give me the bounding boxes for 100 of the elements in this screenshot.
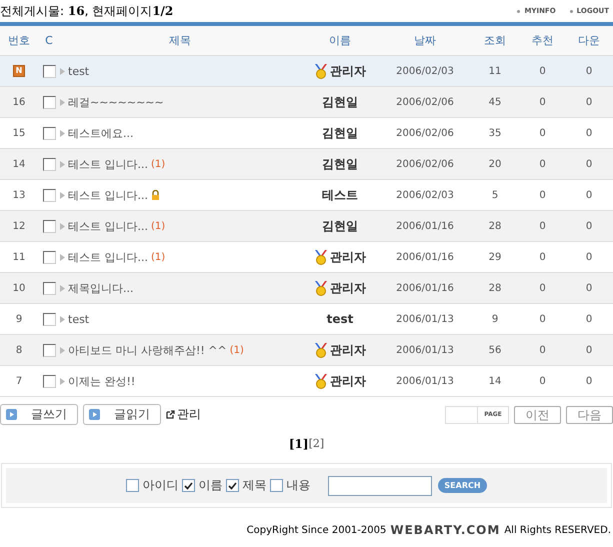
- post-number: 15: [12, 128, 26, 138]
- comment-count: (1): [151, 220, 166, 232]
- download-count: 0: [584, 314, 594, 324]
- search-checkbox[interactable]: [270, 479, 284, 492]
- post-title[interactable]: 테스트에요...: [68, 126, 134, 140]
- notice-badge: N: [13, 65, 25, 77]
- download-count: 0: [584, 252, 594, 262]
- option-label: 아이디: [142, 477, 178, 494]
- post-title[interactable]: 테스트 입니다...: [68, 188, 148, 202]
- post-number: 13: [12, 190, 26, 200]
- row-checkbox[interactable]: [42, 250, 56, 264]
- download-count: 0: [584, 220, 594, 232]
- bullet-icon: [60, 130, 65, 136]
- search-field[interactable]: [328, 476, 432, 496]
- view-count: 56: [488, 344, 502, 356]
- author-name: 관리자: [330, 372, 366, 390]
- column-header: 추천: [530, 33, 554, 48]
- post-title[interactable]: 테스트 입니다...: [68, 250, 148, 264]
- recommend-count: 0: [538, 344, 547, 356]
- bullet-icon: [60, 160, 65, 168]
- row-checkbox[interactable]: [42, 96, 56, 108]
- search-checkbox[interactable]: [226, 479, 240, 492]
- search-checkbox[interactable]: [182, 479, 196, 492]
- post-title[interactable]: 테스트 입니다...: [68, 218, 148, 234]
- recommend-count: 0: [538, 66, 547, 76]
- download-count: 0: [584, 158, 594, 170]
- author-name: 김현일: [322, 94, 358, 110]
- post-number: 14: [12, 158, 26, 170]
- download-count: 0: [584, 376, 594, 386]
- recommend-count: 0: [538, 282, 547, 294]
- view-count: 35: [488, 128, 502, 138]
- brand-name: WEBARTY.COM: [390, 523, 500, 537]
- action-button[interactable]: 글읽기: [83, 404, 161, 425]
- comment-count: (1): [151, 252, 166, 262]
- option-label: 제목: [242, 477, 266, 494]
- rights-text: All Rights RESERVED.: [504, 524, 611, 536]
- post-date: 2006/01/13: [395, 314, 455, 324]
- view-count: 9: [490, 314, 500, 324]
- author-name: 김현일: [322, 156, 358, 172]
- view-count: 45: [488, 96, 502, 108]
- post-title[interactable]: 레걸~~~~~~~~: [68, 94, 164, 110]
- download-count: 0: [584, 96, 594, 108]
- post-row[interactable]: 16 레걸~~~~~~~~ 김현일 2006/02/06 45 0 0: [0, 87, 613, 118]
- bullet-icon: [60, 254, 65, 260]
- download-count: 0: [584, 282, 594, 294]
- post-row[interactable]: 12 테스트 입니다... (1) 김현일 2006/01/16 28 0 0: [0, 211, 613, 242]
- row-checkbox[interactable]: [42, 282, 56, 294]
- post-number: 7: [14, 376, 24, 386]
- download-count: 0: [584, 190, 594, 200]
- manage-link[interactable]: 관리: [166, 406, 201, 423]
- post-date: 2006/02/06: [395, 128, 455, 138]
- view-count: 14: [488, 376, 502, 386]
- post-title[interactable]: 이제는 완성!!: [68, 374, 136, 388]
- row-checkbox[interactable]: [42, 126, 56, 140]
- post-title[interactable]: 아티보드 마니 사랑해주삼!! ^^: [68, 342, 227, 358]
- post-date: 2006/01/16: [395, 252, 455, 262]
- play-icon: [6, 409, 17, 420]
- bullet-icon: [60, 316, 65, 322]
- post-date: 2006/01/13: [395, 344, 455, 356]
- post-title[interactable]: test: [68, 312, 90, 326]
- recommend-count: 0: [538, 376, 547, 386]
- post-row[interactable]: 10 제목입니다... 관리자 2006/01/16 28 0 0: [0, 273, 613, 304]
- next-button[interactable]: 다음: [566, 406, 613, 424]
- author-name: 관리자: [330, 248, 366, 266]
- recommend-count: 0: [538, 252, 547, 262]
- post-title[interactable]: 테스트 입니다...: [68, 156, 148, 172]
- recommend-count: 0: [538, 96, 547, 108]
- post-title[interactable]: test: [68, 64, 90, 78]
- column-header: 다운: [577, 33, 601, 48]
- bullet-icon: [60, 98, 65, 106]
- play-icon: [89, 409, 100, 420]
- post-summary: 전체게시물: 16, 현재페이지1/2: [0, 2, 174, 20]
- row-checkbox[interactable]: [42, 312, 56, 326]
- column-header: 번호: [7, 33, 31, 48]
- action-button[interactable]: 글쓰기: [0, 404, 78, 425]
- page-link[interactable]: [1]: [288, 437, 309, 463]
- post-row[interactable]: 8 아티보드 마니 사랑해주삼!! ^^ (1) 관리자 2006/01/13 56 0 0: [0, 335, 613, 366]
- author-name: test: [326, 312, 354, 326]
- author-name: 김현일: [322, 124, 358, 142]
- comment-count: (1): [151, 158, 166, 170]
- post-title[interactable]: 제목입니다...: [68, 280, 134, 296]
- view-count: 29: [488, 252, 502, 262]
- post-number: 12: [12, 220, 26, 232]
- row-checkbox[interactable]: [42, 344, 56, 356]
- post-number: 10: [12, 282, 26, 294]
- row-checkbox[interactable]: [42, 374, 56, 388]
- search-checkbox[interactable]: [126, 479, 140, 492]
- row-checkbox[interactable]: [42, 188, 56, 202]
- prev-button[interactable]: 이전: [514, 406, 561, 424]
- view-count: 28: [488, 220, 502, 232]
- row-checkbox[interactable]: [42, 158, 56, 170]
- post-row[interactable]: 14 테스트 입니다... (1) 김현일 2006/02/06 20 0 0: [0, 149, 613, 180]
- column-header: 이름: [328, 33, 352, 48]
- row-checkbox[interactable]: [42, 220, 56, 232]
- row-checkbox[interactable]: [42, 64, 56, 78]
- author-name: 김현일: [322, 218, 358, 234]
- post-date: 2006/02/03: [395, 190, 455, 200]
- post-row[interactable]: N test 관리자 2006/02/03 11 0 0: [0, 56, 613, 87]
- bullet-icon: [60, 192, 65, 198]
- page-link[interactable]: [2]: [308, 437, 324, 463]
